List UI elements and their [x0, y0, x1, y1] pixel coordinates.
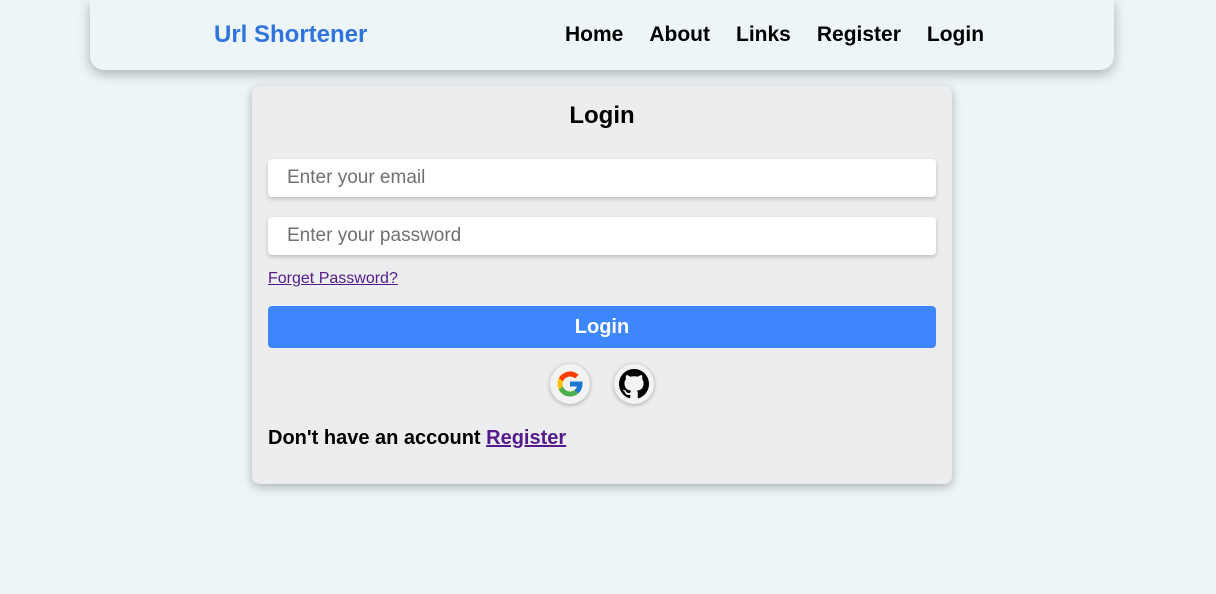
github-icon	[619, 369, 649, 399]
forgot-password-link[interactable]: Forget Password?	[268, 269, 398, 289]
register-prompt: Don't have an account Register	[268, 426, 566, 450]
login-title: Login	[569, 102, 635, 129]
nav-link-register[interactable]: Register	[817, 20, 901, 50]
brand-link[interactable]: Url Shortener	[214, 20, 367, 50]
google-icon	[557, 371, 583, 397]
login-button[interactable]: Login	[268, 306, 936, 348]
nav-link-about[interactable]: About	[649, 20, 710, 50]
nav-link-links[interactable]: Links	[736, 20, 791, 50]
email-input[interactable]	[268, 159, 936, 197]
google-login-button[interactable]	[550, 364, 590, 404]
navbar: Url Shortener Home About Links Register …	[90, 0, 1114, 70]
github-login-button[interactable]	[614, 364, 654, 404]
register-prompt-text: Don't have an account	[268, 427, 481, 449]
register-link[interactable]: Register	[486, 427, 566, 449]
nav-links: Home About Links Register Login	[565, 20, 984, 50]
nav-link-home[interactable]: Home	[565, 20, 623, 50]
login-card: Login Forget Password? Login Don't have …	[252, 86, 952, 484]
password-input[interactable]	[268, 217, 936, 255]
nav-link-login[interactable]: Login	[927, 20, 984, 50]
